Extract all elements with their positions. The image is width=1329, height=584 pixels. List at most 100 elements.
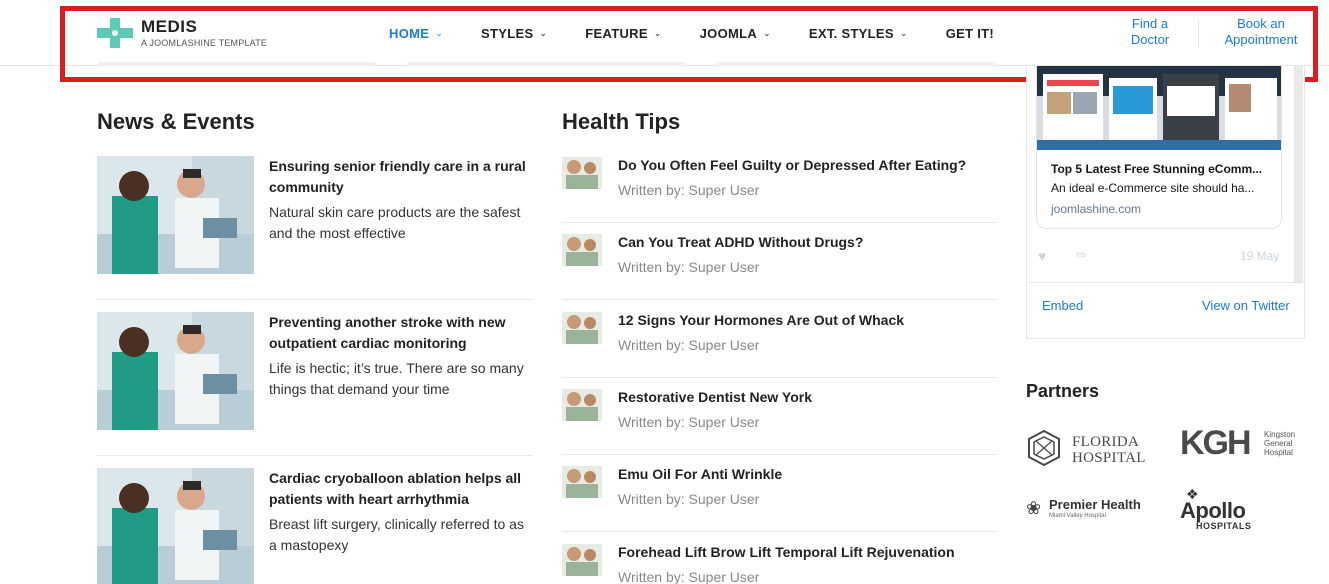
tip-author: Written by: Super User <box>618 259 760 275</box>
tip-item[interactable]: Emu Oil For Anti Wrinkle Written by: Sup… <box>562 466 996 514</box>
florida-line2: HOSPITAL <box>1072 450 1146 466</box>
nav-item-joomla[interactable]: JOOMLA ⌄ <box>700 26 771 41</box>
tip-item[interactable]: Forehead Lift Brow Lift Temporal Lift Re… <box>562 544 996 584</box>
brand-name: MEDIS <box>141 17 198 36</box>
divider <box>562 299 996 300</box>
premier-subtitle: Miami Valley Hospital <box>1049 513 1106 519</box>
card-title: Top 5 Latest Free Stunning eComm... <box>1051 162 1263 176</box>
dropdown-edge <box>717 62 995 66</box>
nav-item-get-it[interactable]: GET IT! <box>946 26 994 41</box>
news-item[interactable]: Preventing another stroke with new outpa… <box>97 312 533 432</box>
tip-author: Written by: Super User <box>618 414 760 430</box>
heart-icon[interactable]: ♥ <box>1038 248 1046 264</box>
news-title[interactable]: Preventing another stroke with new outpa… <box>269 312 533 354</box>
tweet-date[interactable]: 19 May <box>1240 249 1279 263</box>
nav-item-ext-styles[interactable]: EXT. STYLES ⌄ <box>809 26 908 41</box>
card-description: An ideal e-Commerce site should ha... <box>1051 181 1255 195</box>
book-line1: Book an <box>1237 16 1285 31</box>
tweet-link-card[interactable]: Top 5 Latest Free Stunning eComm... An i… <box>1036 66 1282 229</box>
news-thumbnail[interactable] <box>97 468 254 584</box>
nav-item-styles[interactable]: STYLES ⌄ <box>481 26 547 41</box>
kgh-subtitle: Kingston General Hospital <box>1264 430 1295 457</box>
view-on-twitter-link[interactable]: View on Twitter <box>1202 298 1290 313</box>
tip-title[interactable]: Restorative Dentist New York <box>618 389 812 405</box>
divider <box>97 299 533 300</box>
site-header: MEDIS A JOOMLASHINE TEMPLATE HOME ⌄ STYL… <box>0 0 1329 66</box>
nav-item-label: JOOMLA <box>699 26 758 41</box>
kgh-sub-line: General <box>1264 439 1293 448</box>
tip-title[interactable]: Emu Oil For Anti Wrinkle <box>618 466 782 482</box>
chevron-down-icon: ⌄ <box>539 28 548 38</box>
news-thumbnail[interactable] <box>97 312 254 430</box>
news-item[interactable]: Ensuring senior friendly care in a rural… <box>97 156 533 276</box>
chevron-down-icon: ⌄ <box>763 28 771 38</box>
partner-premier-health[interactable]: ❀ Premier Health Miami Valley Hospital <box>1026 496 1146 524</box>
nav-item-label: GET IT! <box>945 26 995 41</box>
scrollbar[interactable] <box>1294 66 1303 282</box>
news-description: Breast lift surgery, clinically referred… <box>269 516 524 553</box>
chevron-down-icon: ⌄ <box>899 28 908 38</box>
tip-thumbnail[interactable] <box>562 312 602 344</box>
divider <box>562 377 996 378</box>
florida-hospital-logo-icon <box>1028 430 1060 466</box>
nav-item-label: HOME <box>389 26 430 41</box>
brand-tagline: A JOOMLASHINE TEMPLATE <box>141 38 268 48</box>
nav-item-label: STYLES <box>481 26 534 41</box>
news-item[interactable]: Cardiac cryoballoon ablation helps all p… <box>97 468 533 584</box>
partner-apollo-hospitals[interactable]: ❖ Apollo HOSPITALS <box>1180 486 1270 534</box>
chevron-down-icon: ⌄ <box>435 28 444 38</box>
florida-line1: FLORIDA <box>1072 434 1140 450</box>
logo-text: MEDIS A JOOMLASHINE TEMPLATE <box>141 18 267 48</box>
divider <box>1026 282 1305 283</box>
chevron-down-icon: ⌄ <box>653 28 662 38</box>
tip-item[interactable]: 12 Signs Your Hormones Are Out of Whack … <box>562 312 996 360</box>
medical-cross-icon <box>97 18 133 48</box>
find-doctor-link[interactable]: Find a Doctor <box>1118 16 1182 48</box>
share-icon[interactable]: ⇨ <box>1076 247 1087 263</box>
tip-item[interactable]: Can You Treat ADHD Without Drugs? Writte… <box>562 234 996 282</box>
tip-thumbnail[interactable] <box>562 234 602 266</box>
premier-name: Premier Health <box>1049 497 1141 512</box>
premier-health-logo-icon: ❀ <box>1026 498 1042 518</box>
tip-item[interactable]: Restorative Dentist New York Written by:… <box>562 389 996 437</box>
tip-title[interactable]: Can You Treat ADHD Without Drugs? <box>618 234 863 250</box>
partners-title: Partners <box>1026 381 1100 401</box>
embed-link[interactable]: Embed <box>1042 298 1083 313</box>
apollo-subtitle: HOSPITALS <box>1196 521 1252 531</box>
find-doctor-line1: Find a <box>1131 16 1169 31</box>
partner-florida-hospital[interactable]: FLORIDA HOSPITAL <box>1026 430 1156 470</box>
news-title[interactable]: Ensuring senior friendly care in a rural… <box>269 156 533 198</box>
card-domain: joomlashine.com <box>1051 202 1142 216</box>
news-description: Natural skin care products are the safes… <box>269 204 521 241</box>
divider <box>97 455 533 456</box>
tip-thumbnail[interactable] <box>562 389 602 421</box>
tip-author: Written by: Super User <box>618 337 760 353</box>
header-divider <box>1198 20 1199 48</box>
page: MEDIS A JOOMLASHINE TEMPLATE HOME ⌄ STYL… <box>0 0 1329 584</box>
news-description: Life is hectic; it’s true. There are so … <box>269 360 524 397</box>
tip-thumbnail[interactable] <box>562 544 602 576</box>
tip-title[interactable]: Forehead Lift Brow Lift Temporal Lift Re… <box>618 544 955 560</box>
nav-item-home[interactable]: HOME ⌄ <box>389 26 443 41</box>
tip-title[interactable]: 12 Signs Your Hormones Are Out of Whack <box>618 312 904 328</box>
tip-thumbnail[interactable] <box>562 157 602 189</box>
nav-item-feature[interactable]: FEATURE ⌄ <box>585 26 661 41</box>
kgh-sub-line: Hospital <box>1264 448 1293 457</box>
tip-item[interactable]: Do You Often Feel Guilty or Depressed Af… <box>562 157 996 205</box>
nav-item-label: EXT. STYLES <box>808 26 894 41</box>
divider <box>562 531 996 532</box>
kgh-logo-mark: KGH <box>1180 424 1252 462</box>
tips-section-title: Health Tips <box>562 109 681 134</box>
news-title[interactable]: Cardiac cryoballoon ablation helps all p… <box>269 468 533 510</box>
tip-thumbnail[interactable] <box>562 466 602 498</box>
partner-kingston-general[interactable]: KGH Kingston General Hospital <box>1180 426 1304 464</box>
card-image <box>1037 66 1281 150</box>
tip-title[interactable]: Do You Often Feel Guilty or Depressed Af… <box>618 157 966 173</box>
tip-author: Written by: Super User <box>618 569 760 584</box>
book-appointment-link[interactable]: Book an Appointment <box>1214 16 1308 48</box>
news-thumbnail[interactable] <box>97 156 254 274</box>
find-doctor-line2: Doctor <box>1130 32 1170 47</box>
site-logo[interactable]: MEDIS A JOOMLASHINE TEMPLATE <box>97 18 267 48</box>
kgh-sub-line: Kingston <box>1264 430 1296 439</box>
divider <box>562 454 996 455</box>
